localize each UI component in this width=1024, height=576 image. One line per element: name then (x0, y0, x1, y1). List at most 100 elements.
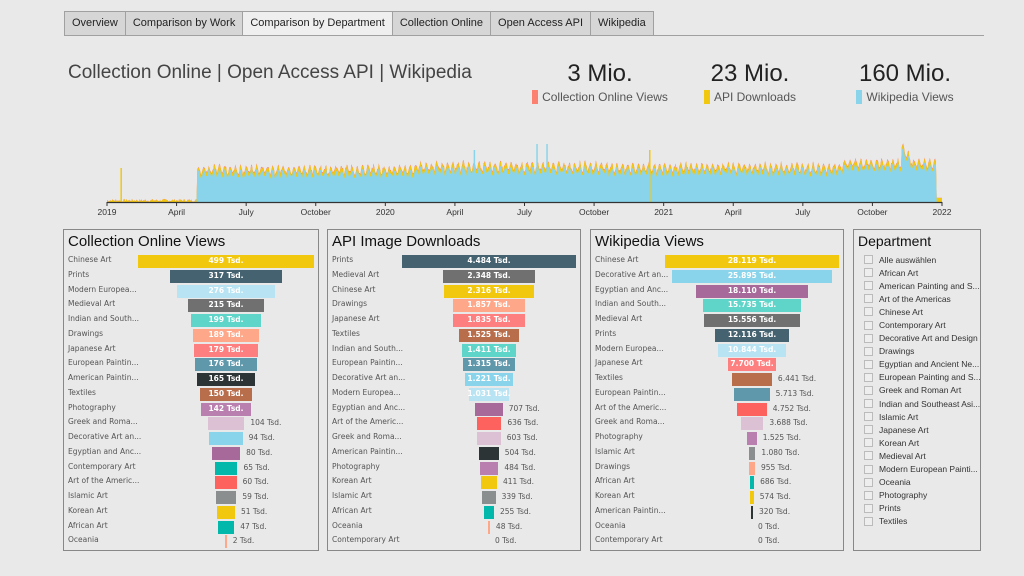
tab-overview[interactable]: Overview (64, 11, 125, 36)
funnel-row[interactable]: American Paintin... 165 Tsd. (64, 372, 318, 387)
funnel-row[interactable]: Korean Art 51 Tsd. (64, 505, 318, 520)
funnel-bar[interactable] (750, 491, 754, 504)
slicer-item[interactable]: Alle auswählen (854, 253, 980, 266)
funnel-row[interactable]: Textiles 150 Tsd. (64, 387, 318, 402)
funnel-row[interactable]: Chinese Art 2.316 Tsd. (328, 284, 580, 299)
funnel-row[interactable]: Contemporary Art 0 Tsd. (591, 534, 843, 549)
funnel-row[interactable]: Prints 4.484 Tsd. (328, 254, 580, 269)
funnel-row[interactable]: Indian and South... 1.411 Tsd. (328, 343, 580, 358)
funnel-row[interactable]: Prints 317 Tsd. (64, 269, 318, 284)
funnel-row[interactable]: Medieval Art 15.556 Tsd. (591, 313, 843, 328)
tab-collection-online[interactable]: Collection Online (391, 11, 491, 36)
funnel-row[interactable]: Drawings 955 Tsd. (591, 461, 843, 476)
funnel-bar[interactable] (482, 491, 496, 504)
funnel-row[interactable]: Art of the Americ... 60 Tsd. (64, 475, 318, 490)
checkbox[interactable] (864, 255, 873, 265)
funnel-row[interactable]: African Art 686 Tsd. (591, 475, 843, 490)
funnel-bar[interactable] (477, 432, 501, 445)
slicer-item[interactable]: African Art (854, 266, 980, 279)
funnel-row[interactable]: Drawings 189 Tsd. (64, 328, 318, 343)
funnel-bar[interactable] (488, 520, 490, 534)
funnel-row[interactable]: Egyptian and Anc... 707 Tsd. (328, 402, 580, 417)
checkbox[interactable] (864, 503, 873, 513)
slicer-item[interactable]: Decorative Art and Design (854, 332, 980, 345)
funnel-bar[interactable] (225, 535, 227, 549)
funnel-bar[interactable] (732, 373, 772, 386)
funnel-row[interactable]: Contemporary Art 0 Tsd. (328, 534, 580, 549)
funnel-bar[interactable] (215, 491, 237, 504)
slicer-item[interactable]: European Painting and S... (854, 371, 980, 384)
funnel-row[interactable]: Japanese Art 1.835 Tsd. (328, 313, 580, 328)
funnel-bar[interactable] (749, 476, 755, 490)
slicer-item[interactable]: American Painting and S... (854, 279, 980, 292)
funnel-row[interactable]: Modern Europea... 1.031 Tsd. (328, 387, 580, 402)
funnel-row[interactable]: Oceania 48 Tsd. (328, 520, 580, 535)
funnel-bar[interactable] (481, 476, 497, 490)
slicer-item[interactable]: Contemporary Art (854, 318, 980, 331)
funnel-bar[interactable] (217, 505, 235, 519)
slicer-item[interactable]: Art of the Americas (854, 292, 980, 305)
funnel-row[interactable]: Photography 142 Tsd. (64, 402, 318, 417)
tab-comparison-by-department[interactable]: Comparison by Department (242, 11, 392, 36)
checkbox[interactable] (864, 438, 873, 448)
checkbox[interactable] (864, 307, 873, 317)
funnel-row[interactable]: Greek and Roma... 104 Tsd. (64, 416, 318, 431)
checkbox[interactable] (864, 346, 873, 356)
funnel-row[interactable]: European Paintin... 5.713 Tsd. (591, 387, 843, 402)
tab-open-access-api[interactable]: Open Access API (490, 11, 591, 36)
funnel-bar[interactable] (747, 432, 757, 445)
checkbox[interactable] (864, 359, 873, 369)
funnel-row[interactable]: Decorative Art an... 1.221 Tsd. (328, 372, 580, 387)
funnel-row[interactable]: Indian and South... 15.735 Tsd. (591, 298, 843, 313)
slicer-item[interactable]: Photography (854, 489, 980, 502)
funnel-row[interactable]: Greek and Roma... 3.688 Tsd. (591, 416, 843, 431)
funnel-bar[interactable] (479, 461, 499, 475)
funnel-row[interactable]: Korean Art 411 Tsd. (328, 475, 580, 490)
funnel-row[interactable]: Oceania 0 Tsd. (591, 520, 843, 535)
funnel-row[interactable]: Egyptian and Anc... 80 Tsd. (64, 446, 318, 461)
funnel-row[interactable]: Medieval Art 215 Tsd. (64, 298, 318, 313)
tab-wikipedia[interactable]: Wikipedia (590, 11, 654, 36)
funnel-row[interactable]: Chinese Art 28.119 Tsd. (591, 254, 843, 269)
checkbox[interactable] (864, 451, 873, 461)
funnel-row[interactable]: Contemporary Art 65 Tsd. (64, 461, 318, 476)
funnel-row[interactable]: Japanese Art 179 Tsd. (64, 343, 318, 358)
funnel-bar[interactable] (748, 446, 756, 460)
funnel-row[interactable]: Islamic Art 339 Tsd. (328, 490, 580, 505)
funnel-row[interactable]: European Paintin... 176 Tsd. (64, 357, 318, 372)
funnel-bar[interactable] (214, 461, 238, 475)
funnel-row[interactable]: Photography 1.525 Tsd. (591, 431, 843, 446)
checkbox[interactable] (864, 372, 873, 382)
checkbox[interactable] (864, 425, 873, 435)
funnel-row[interactable]: Chinese Art 499 Tsd. (64, 254, 318, 269)
funnel-row[interactable]: Modern Europea... 10.844 Tsd. (591, 343, 843, 358)
checkbox[interactable] (864, 294, 873, 304)
slicer-item[interactable]: Chinese Art (854, 305, 980, 318)
funnel-row[interactable]: American Paintin... 504 Tsd. (328, 446, 580, 461)
funnel-bar[interactable] (751, 505, 753, 519)
funnel-bar[interactable] (479, 446, 499, 460)
checkbox[interactable] (864, 477, 873, 487)
checkbox[interactable] (864, 320, 873, 330)
slicer-item[interactable]: Islamic Art (854, 410, 980, 423)
checkbox[interactable] (864, 399, 873, 409)
slicer-item[interactable]: Indian and Southeast Asi... (854, 397, 980, 410)
funnel-row[interactable]: Art of the Americ... 4.752 Tsd. (591, 402, 843, 417)
funnel-row[interactable]: Photography 484 Tsd. (328, 461, 580, 476)
funnel-row[interactable]: Japanese Art 7.700 Tsd. (591, 357, 843, 372)
funnel-row[interactable]: Islamic Art 59 Tsd. (64, 490, 318, 505)
funnel-row[interactable]: Greek and Roma... 603 Tsd. (328, 431, 580, 446)
funnel-bar[interactable] (749, 461, 755, 475)
slicer-item[interactable]: Oceania (854, 476, 980, 489)
funnel-bar[interactable] (209, 432, 243, 445)
funnel-row[interactable]: Indian and South... 199 Tsd. (64, 313, 318, 328)
funnel-row[interactable]: Modern Europea... 276 Tsd. (64, 284, 318, 299)
funnel-row[interactable]: Decorative Art an... 94 Tsd. (64, 431, 318, 446)
funnel-row[interactable]: Art of the Americ... 636 Tsd. (328, 416, 580, 431)
checkbox[interactable] (864, 516, 873, 526)
funnel-row[interactable]: African Art 255 Tsd. (328, 505, 580, 520)
funnel-bar[interactable] (475, 402, 503, 416)
funnel-bar[interactable] (737, 402, 767, 416)
checkbox[interactable] (864, 385, 873, 395)
funnel-row[interactable]: Prints 12.116 Tsd. (591, 328, 843, 343)
